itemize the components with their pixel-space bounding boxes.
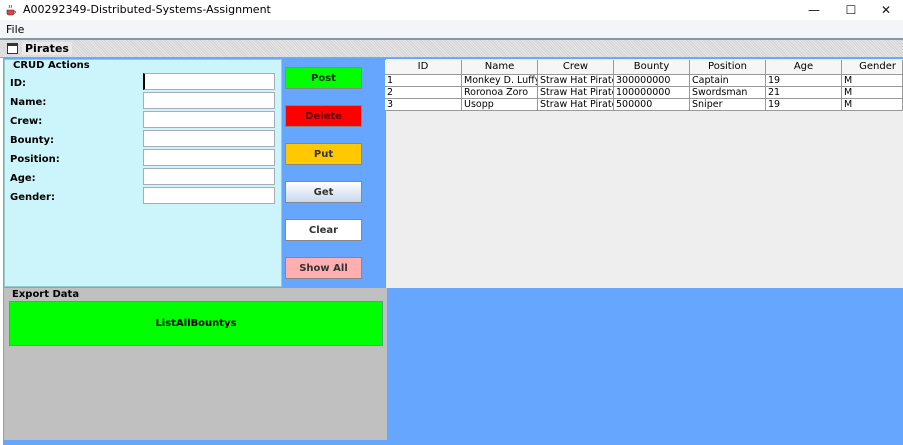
- name-input[interactable]: [143, 92, 275, 109]
- age-input[interactable]: [143, 168, 275, 185]
- list-all-bountys-button[interactable]: ListAllBountys: [9, 301, 383, 346]
- table-cell[interactable]: 300000000: [614, 75, 690, 87]
- button-column: [282, 59, 386, 287]
- id-label: ID:: [10, 78, 27, 89]
- column-header-gender[interactable]: Gender: [842, 60, 903, 75]
- column-header-age[interactable]: Age: [766, 60, 842, 75]
- table-cell[interactable]: 1: [385, 75, 462, 87]
- table-cell[interactable]: M: [842, 99, 903, 111]
- minimize-icon: —: [808, 3, 820, 17]
- close-icon: ✕: [880, 3, 892, 17]
- menu-file[interactable]: File: [6, 23, 24, 36]
- get-button[interactable]: Get: [285, 181, 362, 203]
- crew-label: Crew:: [10, 116, 43, 127]
- close-button[interactable]: ✕: [869, 0, 903, 20]
- table-cell[interactable]: 19: [766, 75, 842, 87]
- table-cell[interactable]: 500000: [614, 99, 690, 111]
- table-cell[interactable]: Captain: [690, 75, 766, 87]
- java-cup-icon: [6, 4, 16, 16]
- gender-label: Gender:: [10, 192, 55, 203]
- internal-frame-titlebar[interactable]: [0, 40, 903, 58]
- export-legend: Export Data: [12, 289, 80, 300]
- table-cell[interactable]: 100000000: [614, 87, 690, 99]
- window-title: A00292349-Distributed-Systems-Assignment: [23, 3, 271, 16]
- minimize-button[interactable]: —: [797, 0, 831, 20]
- column-header-name[interactable]: Name: [462, 60, 538, 75]
- table-cell[interactable]: Straw Hat Pirates: [538, 75, 614, 87]
- name-label: Name:: [10, 97, 47, 108]
- frame-icon: [7, 43, 18, 54]
- table-cell[interactable]: M: [842, 87, 903, 99]
- table-cell[interactable]: 21: [766, 87, 842, 99]
- table-cell[interactable]: Usopp: [462, 99, 538, 111]
- table-cell[interactable]: Swordsman: [690, 87, 766, 99]
- column-header-bounty[interactable]: Bounty: [614, 60, 690, 75]
- menu-bar: File: [0, 20, 903, 38]
- table-row[interactable]: 2 Roronoa Zoro Straw Hat Pirates 1000000…: [385, 87, 903, 99]
- maximize-button[interactable]: ☐: [834, 0, 868, 20]
- table-cell[interactable]: 19: [766, 99, 842, 111]
- gender-input[interactable]: [143, 187, 275, 204]
- table-cell[interactable]: M: [842, 75, 903, 87]
- column-header-id[interactable]: ID: [385, 60, 462, 75]
- table-cell[interactable]: Sniper: [690, 99, 766, 111]
- position-label: Position:: [10, 154, 60, 165]
- age-label: Age:: [10, 173, 36, 184]
- table-cell[interactable]: Monkey D. Luffy: [462, 75, 538, 87]
- table-cell[interactable]: Straw Hat Pirates: [538, 99, 614, 111]
- bounty-input[interactable]: [143, 130, 275, 147]
- table-cell[interactable]: 3: [385, 99, 462, 111]
- table-cell[interactable]: Straw Hat Pirates: [538, 87, 614, 99]
- title-bar: A00292349-Distributed-Systems-Assignment…: [0, 0, 903, 20]
- table-row[interactable]: 1 Monkey D. Luffy Straw Hat Pirates 3000…: [385, 75, 903, 87]
- clear-button[interactable]: Clear: [285, 219, 362, 241]
- column-header-crew[interactable]: Crew: [538, 60, 614, 75]
- table-cell[interactable]: 2: [385, 87, 462, 99]
- table-header: ID Name Crew Bounty Position Age Gender: [385, 60, 903, 75]
- position-input[interactable]: [143, 149, 275, 166]
- id-input[interactable]: [143, 73, 275, 90]
- table-cell[interactable]: Roronoa Zoro: [462, 87, 538, 99]
- table-body: 1 Monkey D. Luffy Straw Hat Pirates 3000…: [385, 75, 903, 111]
- show-all-button[interactable]: Show All: [285, 257, 362, 279]
- table-row[interactable]: 3 Usopp Straw Hat Pirates 500000 Sniper …: [385, 99, 903, 111]
- crud-legend: CRUD Actions: [12, 60, 91, 71]
- column-header-position[interactable]: Position: [690, 60, 766, 75]
- post-button[interactable]: Post: [285, 67, 362, 89]
- put-button[interactable]: Put: [285, 143, 362, 165]
- maximize-icon: ☐: [845, 3, 857, 17]
- bounty-label: Bounty:: [10, 135, 55, 146]
- delete-button[interactable]: Delete: [285, 105, 362, 127]
- internal-frame-title: Pirates: [22, 42, 72, 55]
- crew-input[interactable]: [143, 111, 275, 128]
